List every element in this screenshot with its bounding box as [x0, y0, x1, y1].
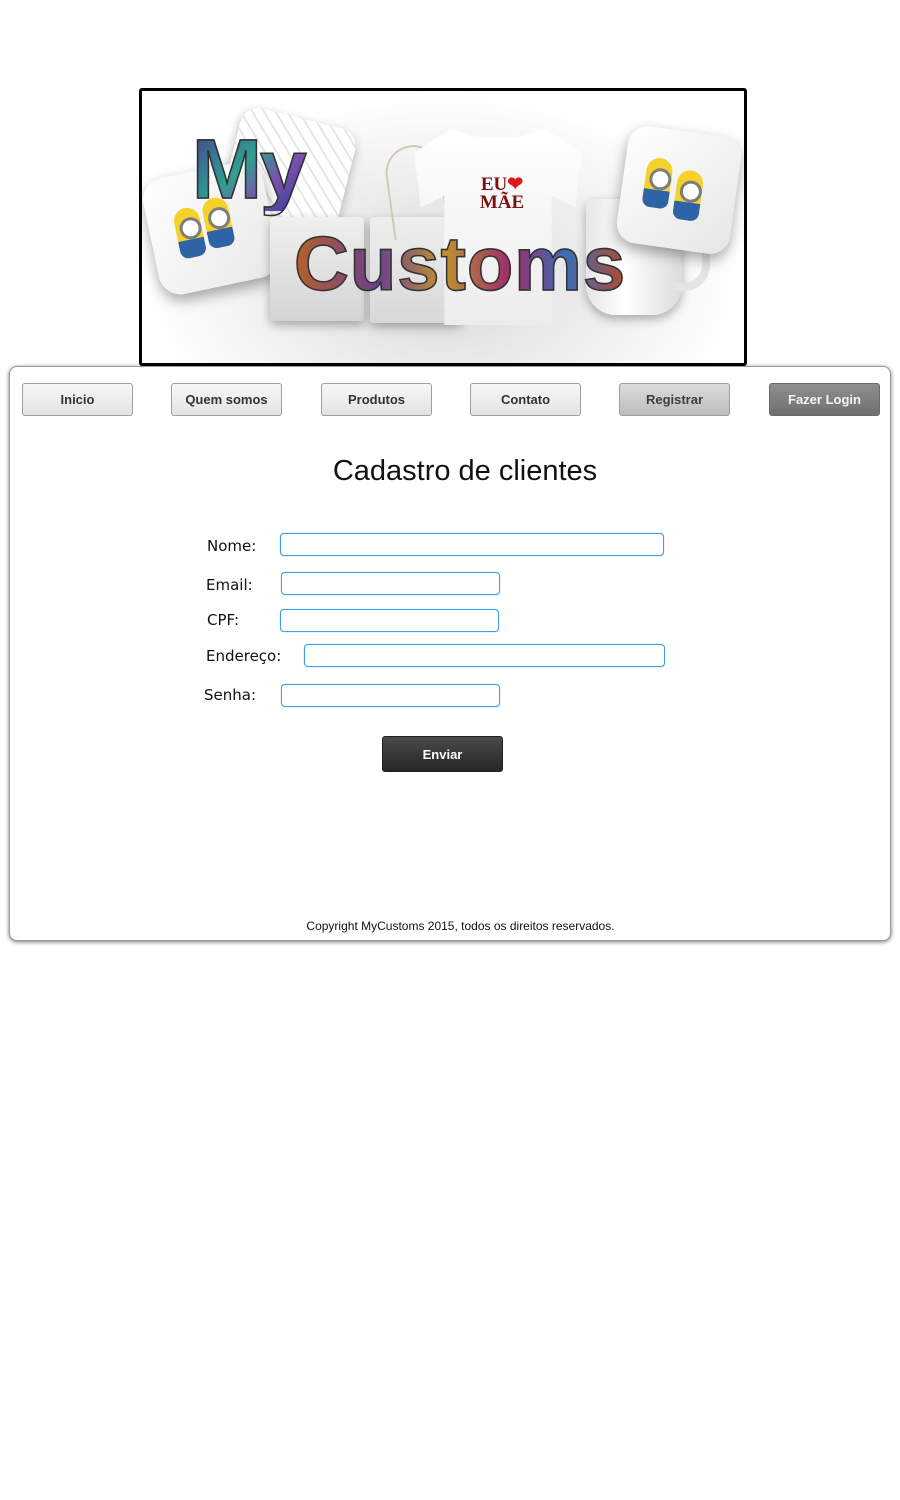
goggle-shape: [177, 215, 204, 242]
nav-button-inicio[interactable]: Inicio: [22, 383, 133, 416]
page-title: Cadastro de clientes: [332, 455, 598, 487]
senha-label: Senha:: [204, 686, 257, 704]
nav-button-fazer-login[interactable]: Fazer Login: [769, 383, 880, 416]
banner-pillow-right-image: [614, 123, 744, 257]
enviar-button[interactable]: Enviar: [382, 736, 503, 772]
email-label: Email:: [206, 576, 253, 594]
main-content-panel: Inicio Quem somos Produtos Contato Regis…: [9, 366, 891, 941]
footer-copyright: Copyright MyCustoms 2015, todos os direi…: [306, 919, 615, 933]
shirt-print-line2: MÃE: [479, 192, 525, 213]
cpf-label: CPF:: [207, 611, 240, 629]
nome-label: Nome:: [207, 537, 257, 555]
nav-button-registrar[interactable]: Registrar: [619, 383, 730, 416]
email-input[interactable]: [281, 572, 500, 595]
endereco-label: Endereço:: [206, 647, 282, 665]
minion-image: [671, 168, 705, 222]
senha-input[interactable]: [281, 684, 500, 707]
nav-button-contato[interactable]: Contato: [470, 383, 581, 416]
nav-button-quem-somos[interactable]: Quem somos: [171, 383, 282, 416]
logo-text-customs: Customs: [293, 222, 627, 307]
shirt-print: EU❤ MÃE: [472, 175, 532, 213]
minion-image: [641, 156, 675, 210]
header-banner: EU❤ MÃE My Customs: [139, 88, 747, 366]
nav-button-produtos[interactable]: Produtos: [321, 383, 432, 416]
goggle-shape: [647, 166, 673, 192]
nome-input[interactable]: [280, 533, 664, 556]
logo-text-my: My: [191, 122, 307, 216]
goggle-shape: [678, 179, 704, 205]
endereco-input[interactable]: [304, 644, 665, 667]
cpf-input[interactable]: [280, 609, 499, 632]
